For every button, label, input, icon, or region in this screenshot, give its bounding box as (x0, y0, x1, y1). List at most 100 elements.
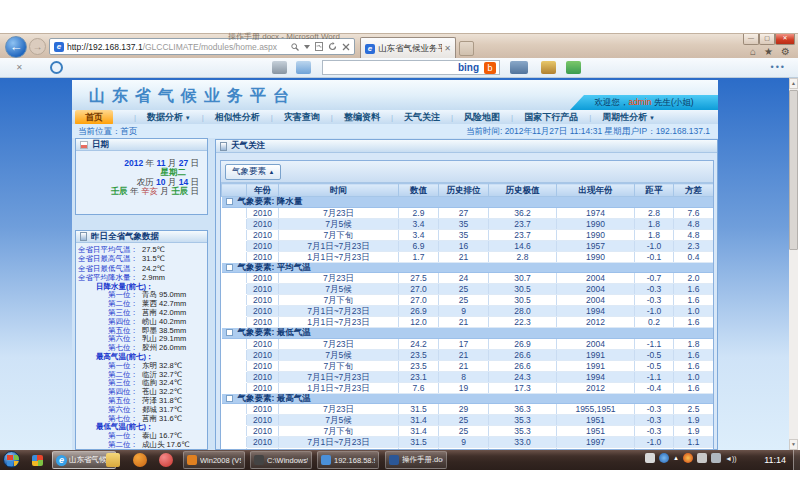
volume-icon[interactable]: ◄)) (725, 455, 737, 462)
scrollbar[interactable]: ▲ ▼ (789, 78, 798, 450)
table-row[interactable]: 20107月1日~7月23日6.91614.61957-1.02.3 (222, 240, 714, 251)
nav-item-7[interactable]: 国家下行产品 (524, 111, 578, 124)
browser-titlebar: 操作手册.docx - Microsoft Word ← → e http://… (0, 33, 798, 58)
tray-firefox-icon[interactable] (683, 453, 693, 463)
toolbar-icon-1[interactable] (510, 61, 528, 74)
element-filter-button[interactable]: 气象要素 ▲ (225, 164, 281, 180)
start-button[interactable] (3, 451, 20, 468)
quick-launch-icon[interactable] (32, 455, 43, 466)
table-row[interactable]: 20101月1日~7月23日7.61917.32012-0.41.6 (222, 382, 714, 393)
favorites-icon[interactable]: ★ (764, 46, 773, 57)
taskbar-clock: 11:14 (764, 455, 786, 465)
group-row[interactable]: 气象要素: 最低气温 (222, 328, 714, 339)
weather-table: 年份时间数值历史排位历史极值出现年份距平方差 气象要素: 降水量20107月23… (221, 183, 714, 450)
stop-icon[interactable] (342, 43, 350, 51)
taskbar-browser-icon[interactable] (159, 453, 173, 467)
table-row[interactable]: 20107月下旬31.42535.31951-0.31.9 (222, 426, 714, 437)
column-header: 历史极值 (489, 184, 557, 197)
taskbar-window-button-1[interactable]: C:\Windows\s... (250, 451, 312, 469)
compat-icon[interactable] (315, 42, 323, 51)
tray-language-icon[interactable] (645, 453, 655, 463)
toolbar-icon-2[interactable] (541, 61, 556, 74)
tray-network-icon[interactable] (659, 453, 669, 463)
table-row[interactable]: 20107月5候3.43523.719901.84.8 (222, 218, 714, 229)
toolbar-search-box[interactable]: bing b (322, 60, 500, 75)
table-row[interactable]: 20107月23日24.21726.92004-1.11.8 (222, 338, 714, 349)
scroll-thumb[interactable] (789, 90, 798, 250)
table-row[interactable]: 20107月23日31.52936.31955,1951-0.32.5 (222, 404, 714, 415)
group-row[interactable]: 气象要素: 最高气温 (222, 393, 714, 404)
table-row[interactable]: 20107月下旬3.43523.719901.84.8 (222, 229, 714, 240)
maximize-button[interactable]: ▢ (759, 34, 775, 45)
table-toolbar: 气象要素 ▲ (221, 161, 713, 183)
expand-checkbox[interactable] (226, 198, 233, 205)
nav-item-2[interactable]: 相似性分析 (215, 111, 260, 124)
dropdown-icon[interactable] (304, 45, 310, 49)
table-row[interactable]: 20107月1日~7月23日23.1824.31994-1.11.0 (222, 371, 714, 382)
search-icon[interactable] (291, 43, 299, 51)
scroll-down-icon[interactable]: ▼ (789, 439, 798, 450)
nav-item-0[interactable]: 首页 (75, 110, 113, 125)
table-row[interactable]: 20107月下旬27.02530.52004-0.31.6 (222, 295, 714, 306)
nav-item-5[interactable]: 天气关注 (404, 111, 440, 124)
share-icon[interactable] (296, 61, 311, 74)
refresh-icon[interactable] (328, 42, 337, 51)
close-button[interactable]: ✕ (775, 34, 795, 45)
new-tab-button[interactable] (459, 41, 474, 56)
group-row[interactable]: 气象要素: 降水量 (222, 197, 714, 208)
table-row[interactable]: 20107月5候27.02530.52004-0.31.6 (222, 284, 714, 295)
table-row[interactable]: 20101月1日~7月23日1.7212.81990-0.10.4 (222, 251, 714, 262)
nav-item-1[interactable]: 数据分析 ▼ (147, 111, 191, 124)
toolbar-circle-icon[interactable] (50, 61, 63, 74)
toolbar-icon-3[interactable] (566, 61, 581, 74)
scroll-up-icon[interactable]: ▲ (789, 78, 798, 89)
table-row[interactable]: 20107月下旬23.52126.61991-0.51.6 (222, 360, 714, 371)
nav-item-4[interactable]: 整编资料 (344, 111, 380, 124)
nav-separator: | (260, 113, 284, 122)
taskbar-window-button-2[interactable]: 192.168.58.99... (317, 451, 379, 469)
tray-display-icon[interactable] (711, 453, 721, 463)
taskbar-window-button-0[interactable]: Win2008 (VS2... (183, 451, 245, 469)
table-row[interactable]: 20107月23日27.52430.72004-0.72.0 (222, 273, 714, 284)
toolbar-close-icon[interactable]: ✕ (16, 63, 23, 72)
home-icon[interactable]: ⌂ (750, 46, 756, 57)
show-desktop-button[interactable] (793, 450, 800, 470)
table-row[interactable]: 20107月1日~7月23日31.5933.01997-1.01.1 (222, 437, 714, 448)
expand-checkbox[interactable] (226, 264, 233, 271)
camera-icon[interactable] (272, 61, 287, 74)
forward-button[interactable]: → (29, 38, 46, 55)
expand-checkbox[interactable] (226, 395, 233, 402)
column-header: 历史排位 (439, 184, 489, 197)
sidebar: 日期 2012 年 11 月 27 日 星期二 农历 10 月 14 日 壬辰 … (75, 138, 208, 450)
url-text: http://192.168.137.1/GLCCLIMATE/modules/… (67, 42, 286, 52)
column-header: 时间 (279, 184, 399, 197)
table-row[interactable]: 20107月1日~7月23日26.9928.01994-1.01.0 (222, 306, 714, 317)
table-row[interactable]: 20107月23日2.92736.219742.87.6 (222, 207, 714, 218)
table-row[interactable]: 20107月5候23.52126.61991-0.51.6 (222, 349, 714, 360)
date-panel-header: 日期 (76, 139, 207, 151)
minimize-button[interactable]: — (743, 34, 759, 45)
browser-tab[interactable]: e 山东省气候业务平... ✕ (360, 37, 456, 59)
nav-separator: | (380, 113, 404, 122)
nav-item-3[interactable]: 灾害查询 (284, 111, 320, 124)
nav-item-6[interactable]: 风险地图 (464, 111, 500, 124)
tab-close-icon[interactable]: ✕ (444, 44, 451, 53)
taskbar-window-button-3[interactable]: 操作手册.docx ... (385, 451, 447, 469)
breadcrumb: 当前位置：首页 (78, 124, 138, 138)
tray-up-arrow-icon[interactable]: ▲ (673, 455, 679, 461)
taskbar-folder-icon[interactable] (106, 453, 120, 467)
group-row[interactable]: 气象要素: 平均气温 (222, 262, 714, 273)
column-header (222, 184, 247, 197)
back-button[interactable]: ← (5, 36, 27, 58)
main-panel-header: 天气关注 (216, 140, 717, 153)
taskbar-media-icon[interactable] (133, 453, 147, 467)
toolbar-overflow-icon[interactable]: ••• (771, 62, 786, 72)
tools-icon[interactable]: ⚙ (781, 46, 790, 57)
nav-item-8[interactable]: 周期性分析 ▼ (602, 111, 655, 124)
table-row[interactable]: 20107月5候31.42535.31951-0.31.9 (222, 415, 714, 426)
browser-window: 操作手册.docx - Microsoft Word ← → e http://… (0, 33, 798, 450)
expand-checkbox[interactable] (226, 329, 233, 336)
tray-flag-icon[interactable] (697, 453, 707, 463)
table-row[interactable]: 20101月1日~7月23日12.02122.320120.21.6 (222, 317, 714, 328)
welcome-tab: 欢迎您，admin 先生(小姐) (570, 95, 718, 110)
